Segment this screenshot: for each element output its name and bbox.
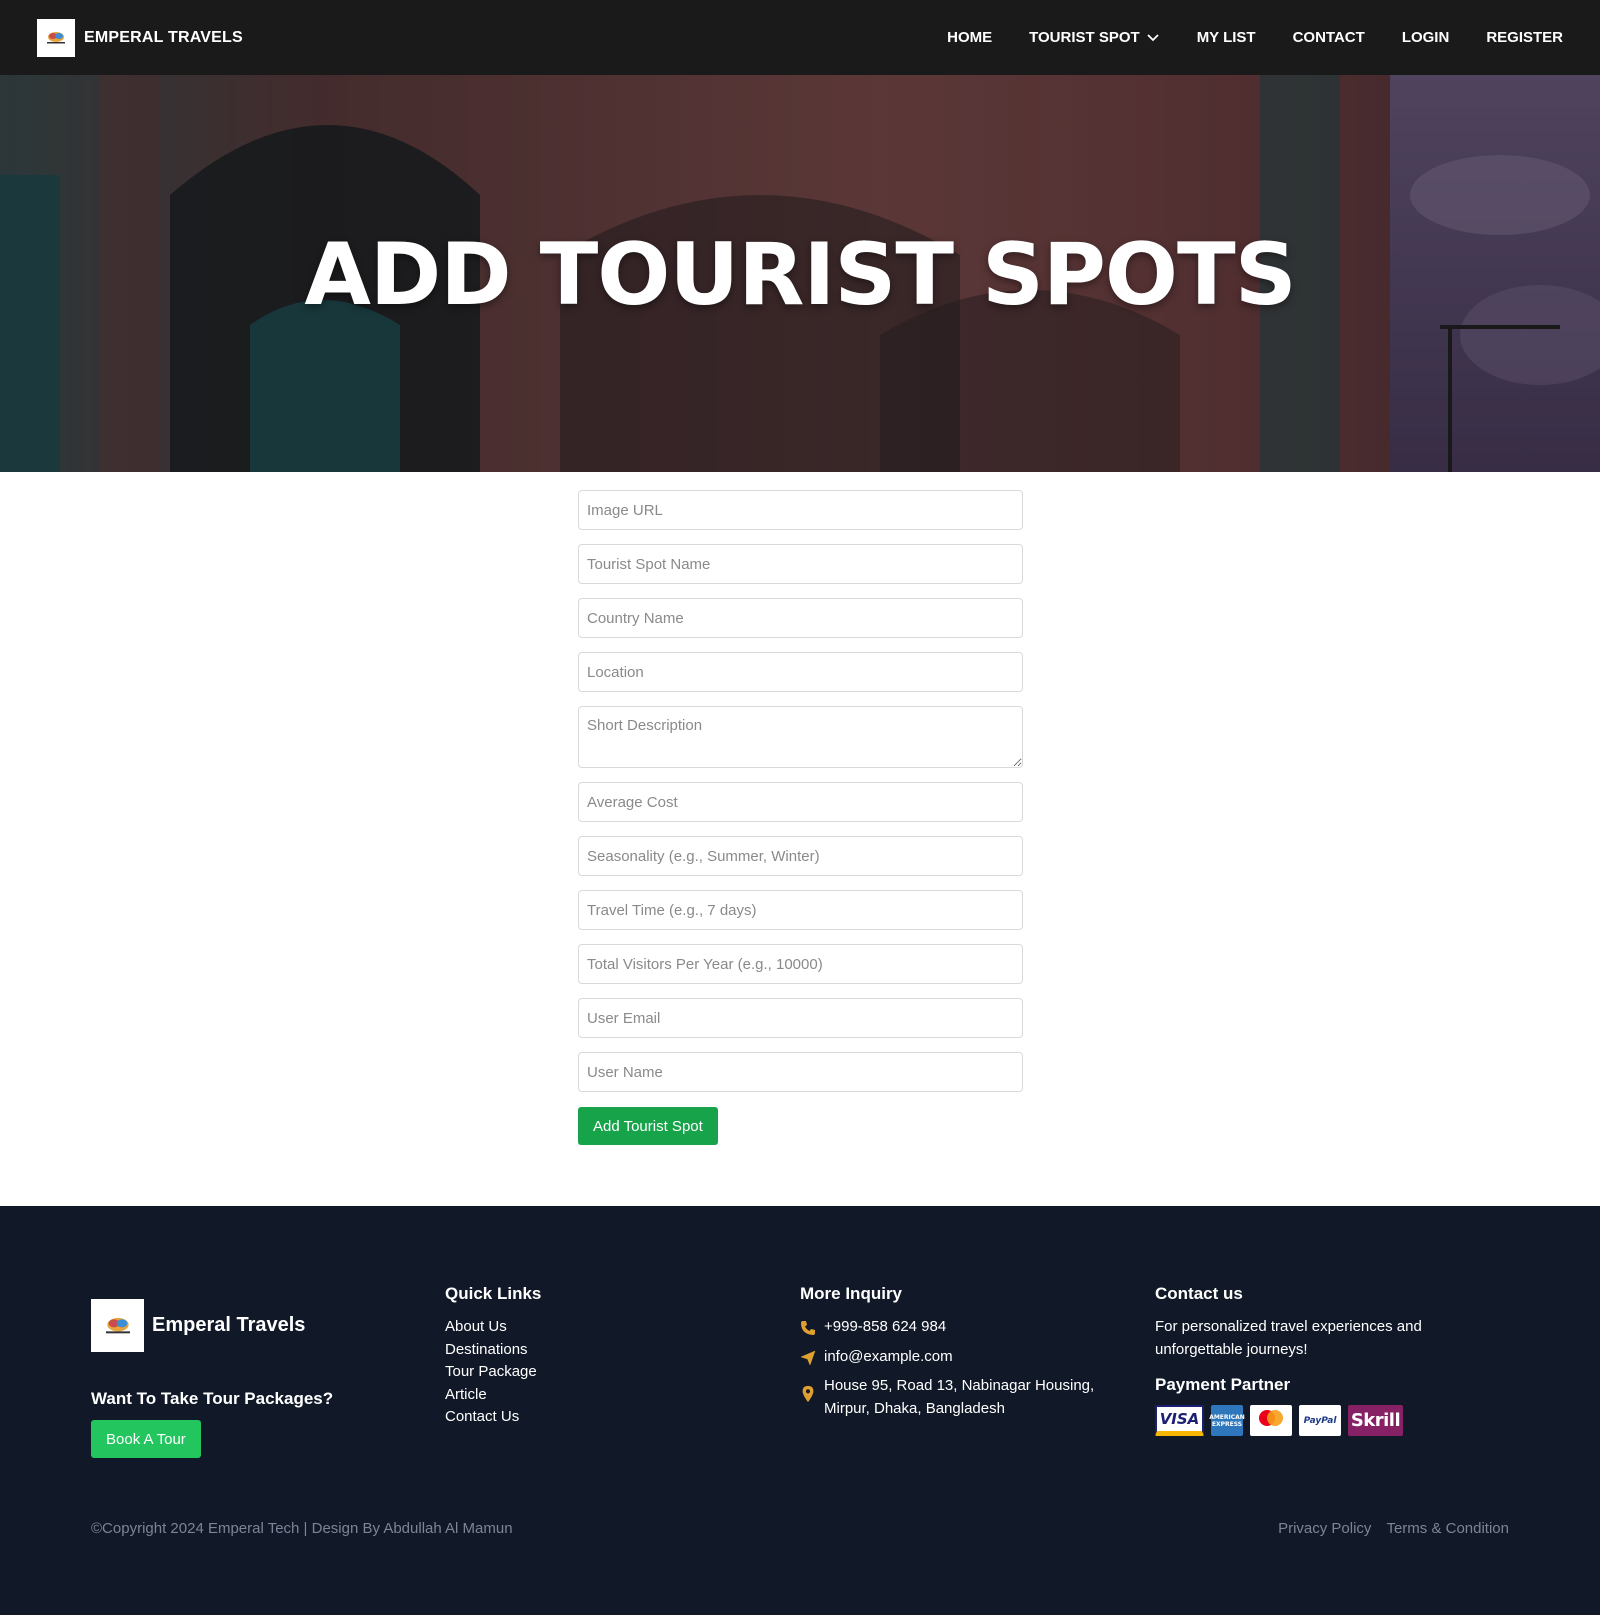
- amex-logo-text: AMERICAN EXPRESS: [1209, 1413, 1245, 1428]
- footer-brand-column: Emperal Travels Want To Take Tour Packag…: [91, 1299, 333, 1458]
- privacy-policy-link[interactable]: Privacy Policy: [1278, 1520, 1371, 1537]
- brand-name: EMPERAL TRAVELS: [84, 28, 243, 46]
- book-a-tour-button[interactable]: Book A Tour: [91, 1420, 201, 1458]
- travel-time-input[interactable]: [578, 890, 1023, 930]
- brand[interactable]: EMPERAL TRAVELS: [37, 18, 243, 57]
- footer-brand-name: Emperal Travels: [152, 1314, 306, 1336]
- footer-bottom-bar: ©Copyright 2024 Emperal Tech | Design By…: [91, 1520, 1509, 1537]
- page-title: ADD TOURIST SPOTS: [304, 225, 1296, 325]
- nav-my-list[interactable]: MY LIST: [1197, 29, 1256, 46]
- mastercard-circles-icon: [1259, 1410, 1283, 1426]
- terms-condition-link[interactable]: Terms & Condition: [1386, 1520, 1509, 1537]
- amex-logo: AMERICAN EXPRESS: [1209, 1405, 1245, 1436]
- contact-text: For personalized travel experiences and …: [1155, 1318, 1422, 1358]
- average-cost-input[interactable]: [578, 782, 1023, 822]
- footer-link-contact[interactable]: Contact Us: [445, 1406, 541, 1429]
- footer-link-destinations[interactable]: Destinations: [445, 1339, 541, 1362]
- user-name-input[interactable]: [578, 1052, 1023, 1092]
- contact-heading: Contact us: [1155, 1284, 1243, 1303]
- nav-contact[interactable]: CONTACT: [1293, 29, 1365, 46]
- nav-tourist-spot[interactable]: TOURIST SPOT: [1029, 29, 1160, 46]
- location-input[interactable]: [578, 652, 1023, 692]
- add-tourist-spot-button[interactable]: Add Tourist Spot: [578, 1107, 718, 1145]
- footer-logo: [91, 1299, 144, 1352]
- country-name-input[interactable]: [578, 598, 1023, 638]
- image-url-input[interactable]: [578, 490, 1023, 530]
- nav-register[interactable]: REGISTER: [1486, 29, 1563, 46]
- visa-logo: VISA: [1155, 1405, 1204, 1436]
- inquiry-column: More Inquiry +999-858 624 984 info@examp…: [800, 1284, 1109, 1427]
- address-text: House 95, Road 13, Nabinagar Housing, Mi…: [824, 1377, 1095, 1417]
- nav-tourist-spot-label: TOURIST SPOT: [1029, 29, 1140, 46]
- short-description-textarea[interactable]: [578, 706, 1023, 768]
- inquiry-heading: More Inquiry: [800, 1284, 903, 1303]
- inquiry-email[interactable]: info@example.com: [800, 1346, 1109, 1369]
- phone-text: +999-858 624 984: [824, 1318, 947, 1335]
- spot-name-input[interactable]: [578, 544, 1023, 584]
- user-email-input[interactable]: [578, 998, 1023, 1038]
- payment-logos: VISA AMERICAN EXPRESS PayPal Skrill: [1155, 1405, 1455, 1436]
- add-spot-form: Add Tourist Spot: [578, 490, 1023, 1145]
- skrill-logo: Skrill: [1348, 1405, 1403, 1436]
- navbar: EMPERAL TRAVELS HOME TOURIST SPOT MY LIS…: [0, 0, 1600, 75]
- send-icon: [800, 1350, 816, 1366]
- email-text: info@example.com: [824, 1347, 953, 1365]
- payment-partner-heading: Payment Partner: [1155, 1375, 1291, 1394]
- footer-link-article[interactable]: Article: [445, 1384, 541, 1407]
- brand-logo: [37, 18, 75, 57]
- inquiry-phone[interactable]: +999-858 624 984: [800, 1316, 1109, 1339]
- inquiry-address: House 95, Road 13, Nabinagar Housing, Mi…: [800, 1375, 1109, 1420]
- contact-column: Contact us For personalized travel exper…: [1155, 1284, 1455, 1436]
- nav-home[interactable]: HOME: [947, 29, 992, 46]
- chevron-down-icon: [1147, 33, 1159, 41]
- mastercard-logo: [1250, 1405, 1292, 1436]
- footer-bottom-links: Privacy Policy Terms & Condition: [1278, 1520, 1509, 1537]
- map-pin-icon: [802, 1385, 814, 1403]
- footer-link-tour-package[interactable]: Tour Package: [445, 1361, 541, 1384]
- seasonality-input[interactable]: [578, 836, 1023, 876]
- hero-banner: ADD TOURIST SPOTS: [0, 75, 1600, 472]
- quick-links-heading: Quick Links: [445, 1284, 542, 1303]
- tour-cta-title: Want To Take Tour Packages?: [91, 1389, 334, 1408]
- paypal-logo: PayPal: [1299, 1405, 1341, 1436]
- footer: Emperal Travels Want To Take Tour Packag…: [0, 1206, 1600, 1615]
- phone-icon: [801, 1321, 815, 1335]
- nav-links: HOME TOURIST SPOT MY LIST CONTACT LOGIN …: [947, 29, 1563, 46]
- nav-login[interactable]: LOGIN: [1402, 29, 1450, 46]
- total-visitors-input[interactable]: [578, 944, 1023, 984]
- quick-links-column: Quick Links About Us Destinations Tour P…: [445, 1284, 541, 1429]
- footer-brand[interactable]: Emperal Travels: [91, 1299, 333, 1352]
- copyright-text: ©Copyright 2024 Emperal Tech | Design By…: [91, 1520, 513, 1537]
- footer-link-about[interactable]: About Us: [445, 1316, 541, 1339]
